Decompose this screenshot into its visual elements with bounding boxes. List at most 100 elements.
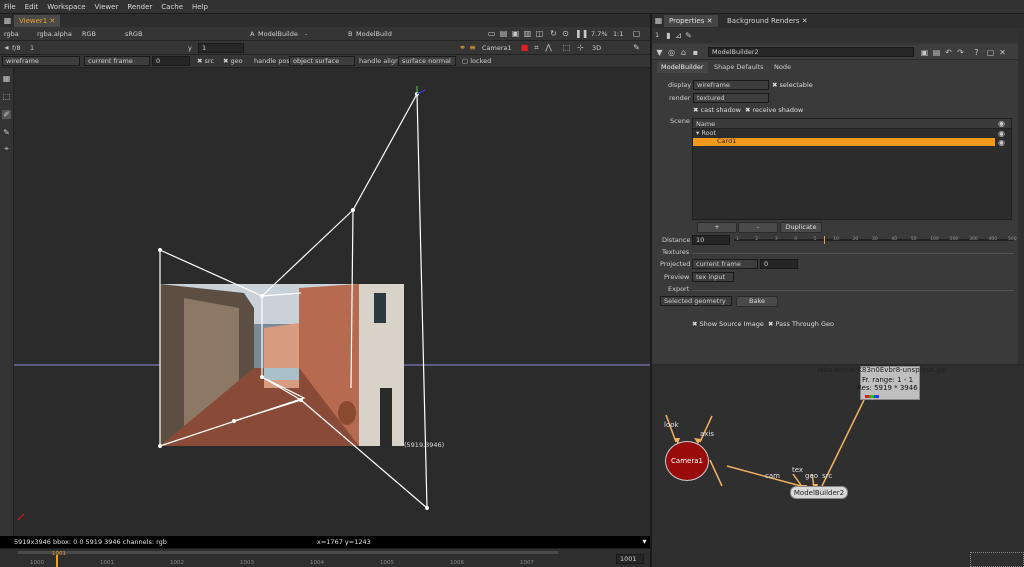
viewer-canvas[interactable]: (5919,3946) bbox=[14, 68, 650, 536]
tab-modelbuilder[interactable]: ModelBuilder bbox=[657, 62, 708, 73]
distance-slider-handle[interactable] bbox=[824, 236, 825, 244]
overlay-icon[interactable]: ▣ bbox=[511, 29, 520, 38]
lock-icon[interactable]: ⊙ bbox=[561, 29, 570, 38]
tab-shape-defaults[interactable]: Shape Defaults bbox=[710, 62, 768, 73]
tab-properties[interactable]: Properties ✕ bbox=[664, 15, 718, 27]
receive-shadow-checkbox[interactable]: ✖ receive shadow bbox=[745, 105, 803, 115]
timeline-end-input[interactable]: 1001 bbox=[616, 554, 644, 564]
clip-warning-icon[interactable]: ▥ bbox=[523, 29, 532, 38]
playhead[interactable] bbox=[56, 555, 58, 567]
export-select[interactable]: Selected geometry bbox=[660, 296, 732, 306]
status-menu-icon[interactable]: ▾ bbox=[640, 537, 649, 546]
timeline-range-bar[interactable] bbox=[18, 551, 558, 554]
display-mode-select[interactable]: wireframe bbox=[2, 56, 80, 66]
proxy-ratio[interactable]: 1:1 bbox=[613, 29, 623, 39]
edit-tool-icon[interactable]: ✐ bbox=[2, 110, 11, 119]
select-tool-icon[interactable]: ▦ bbox=[2, 74, 11, 83]
help-icon[interactable]: ? bbox=[972, 48, 981, 57]
render-select[interactable]: textured bbox=[693, 93, 769, 103]
transform-icon[interactable]: ⌗ bbox=[532, 43, 541, 52]
gamma-input[interactable]: 1 bbox=[198, 43, 244, 53]
fstop-value[interactable]: f/8 bbox=[12, 43, 21, 53]
node-name-input[interactable]: ModelBuilder2 bbox=[708, 47, 914, 57]
channels-select[interactable]: rgba bbox=[4, 29, 19, 39]
pane-menu-icon[interactable]: ▦ bbox=[654, 16, 663, 25]
tab-node[interactable]: Node bbox=[770, 62, 795, 73]
close-icon[interactable]: ✕ bbox=[802, 17, 808, 25]
menu-edit[interactable]: Edit bbox=[25, 3, 39, 11]
display-select[interactable]: wireframe bbox=[693, 80, 769, 90]
roi-icon[interactable]: ▭ bbox=[487, 29, 496, 38]
zoom-level[interactable]: 7.7% bbox=[591, 29, 608, 39]
node-graph[interactable]: iatla-bravo-K83n0Evbr8-unsplash.jpg Fr. … bbox=[652, 366, 1024, 567]
timeline[interactable]: 1001 1000 1001 1002 1003 1004 1005 1006 … bbox=[0, 548, 650, 567]
record-icon[interactable]: ■ bbox=[520, 43, 529, 52]
projected-select[interactable]: current frame bbox=[692, 259, 758, 269]
pass-through-checkbox[interactable]: ✖ Pass Through Geo bbox=[768, 319, 834, 329]
close-icon[interactable]: ✕ bbox=[707, 17, 713, 25]
navigator-minimap[interactable] bbox=[970, 552, 1024, 567]
curve-icon[interactable]: ⋀ bbox=[544, 43, 553, 52]
add-object-button[interactable]: + bbox=[697, 222, 737, 233]
src-checkbox[interactable]: ✖ src bbox=[197, 56, 214, 66]
pen-icon[interactable]: ✎ bbox=[632, 43, 641, 52]
tab-viewer1[interactable]: Viewer1 ✕ bbox=[14, 15, 61, 27]
scene-tree[interactable]: Name ◉ ▾ Root ◉ Card1 ◉ bbox=[692, 118, 1012, 220]
close-icon[interactable]: ✕ bbox=[49, 17, 55, 25]
menu-render[interactable]: Render bbox=[127, 3, 152, 11]
edit-icon[interactable]: ✎ bbox=[684, 31, 693, 40]
node-help-icon[interactable]: ◎ bbox=[667, 48, 676, 57]
camera-lock-icon[interactable]: ⚭ bbox=[458, 43, 467, 52]
undo-icon[interactable]: ↶ bbox=[944, 48, 953, 57]
menu-viewer[interactable]: Viewer bbox=[95, 3, 119, 11]
handle-pos-select[interactable]: object surface bbox=[289, 56, 355, 66]
show-source-checkbox[interactable]: ✖ Show Source Image bbox=[692, 319, 764, 329]
maximize-icon[interactable]: ▢ bbox=[632, 29, 641, 38]
input-b-select[interactable]: ModelBuild bbox=[356, 29, 392, 39]
float-icon[interactable]: ▢ bbox=[986, 48, 995, 57]
select-rect-icon[interactable]: ⬚ bbox=[562, 43, 571, 52]
visibility-icon[interactable]: ◉ bbox=[997, 119, 1006, 128]
handle-align-select[interactable]: surface normal bbox=[398, 56, 456, 66]
menu-workspace[interactable]: Workspace bbox=[47, 3, 85, 11]
pane-menu-icon[interactable]: ▦ bbox=[3, 16, 12, 25]
pin-icon[interactable]: ⊿ bbox=[674, 31, 683, 40]
remove-object-button[interactable]: - bbox=[738, 222, 778, 233]
mask-icon[interactable]: ◫ bbox=[535, 29, 544, 38]
properties-scrollbar[interactable] bbox=[1018, 28, 1024, 364]
preview-select[interactable]: tex input bbox=[692, 272, 734, 282]
bake-button[interactable]: Bake bbox=[736, 296, 778, 307]
node-color-icon[interactable]: ▪ bbox=[691, 48, 700, 57]
lock-icon[interactable]: ▮ bbox=[664, 31, 673, 40]
camera-node[interactable]: Camera1 bbox=[665, 441, 709, 481]
cast-shadow-checkbox[interactable]: ✖ cast shadow bbox=[693, 105, 741, 115]
selectable-checkbox[interactable]: ✖ selectable bbox=[772, 80, 813, 90]
frame-mode-select[interactable]: current frame bbox=[84, 56, 150, 66]
crosshair-tool-icon[interactable]: ⌖ bbox=[2, 144, 11, 153]
collapse-icon[interactable]: ▼ bbox=[655, 48, 664, 57]
max-panels-input[interactable]: 1 bbox=[655, 30, 659, 40]
tab-background-renders[interactable]: Background Renders ✕ bbox=[722, 15, 813, 27]
input-a-select[interactable]: ModelBuilde bbox=[258, 29, 298, 39]
marquee-tool-icon[interactable]: ⬚ bbox=[2, 92, 11, 101]
visibility-icon[interactable]: ◉ bbox=[997, 138, 1006, 147]
menu-file[interactable]: File bbox=[4, 3, 16, 11]
frame-value-input[interactable]: 0 bbox=[152, 56, 190, 66]
camera-select[interactable]: Camera1 bbox=[482, 43, 512, 53]
modelbuilder-node[interactable]: ModelBuilder2 bbox=[790, 486, 848, 499]
distance-input[interactable]: 10 bbox=[692, 235, 730, 245]
redo-icon[interactable]: ↷ bbox=[956, 48, 965, 57]
save-preset-icon[interactable]: ▤ bbox=[932, 48, 941, 57]
scene-row-card1[interactable]: Card1 bbox=[693, 137, 995, 146]
grid-icon[interactable]: ▤ bbox=[499, 29, 508, 38]
lut-select[interactable]: sRGB bbox=[125, 29, 142, 39]
menu-cache[interactable]: Cache bbox=[161, 3, 183, 11]
vertex-icon[interactable]: ⊹ bbox=[576, 43, 585, 52]
alpha-select[interactable]: rgba.alpha bbox=[37, 29, 72, 39]
input-op-select[interactable]: - bbox=[305, 29, 307, 39]
geo-checkbox[interactable]: ✖ geo bbox=[223, 56, 243, 66]
visibility-icon[interactable]: ◉ bbox=[997, 129, 1006, 138]
menu-help[interactable]: Help bbox=[192, 3, 208, 11]
revert-icon[interactable]: ⌂ bbox=[679, 48, 688, 57]
scene-row-root[interactable]: ▾ Root ◉ bbox=[693, 129, 1011, 138]
